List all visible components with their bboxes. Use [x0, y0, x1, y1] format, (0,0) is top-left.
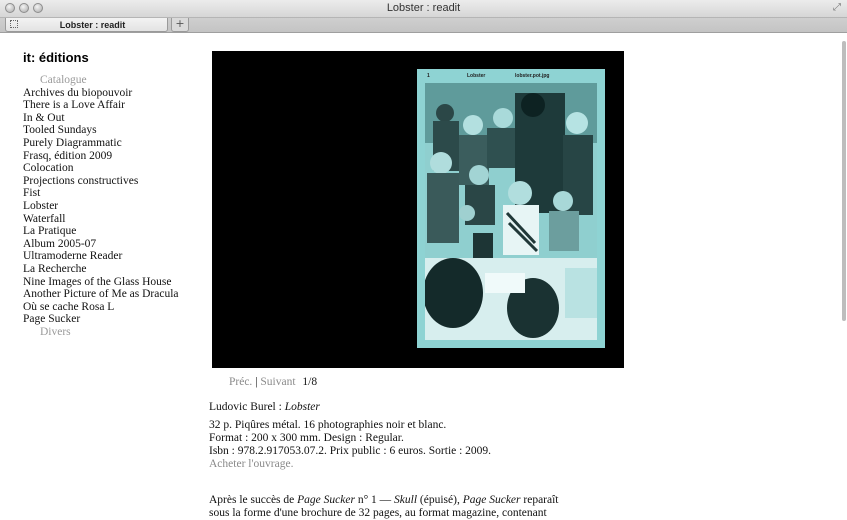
desc-text-4: reparaît [520, 494, 559, 506]
catalogue-nav: Catalogue Archives du biopouvoir There is… [23, 74, 179, 338]
description-line1: Après le succès de Page Sucker n° 1 — Sk… [209, 494, 629, 507]
book-cover-image: 1 Lobster lobster.pot.jpg [417, 69, 605, 348]
fullscreen-icon[interactable]: ⤢ [833, 2, 841, 13]
cover-header-title: Lobster [467, 73, 486, 79]
desc-em-2: Skull [394, 494, 418, 506]
cover-header: 1 Lobster lobster.pot.jpg [423, 72, 599, 81]
page-content: it: éditions Catalogue Archives du biopo… [0, 33, 847, 520]
book-title: Lobster [284, 401, 320, 413]
book-author: Ludovic Burel [209, 401, 276, 413]
nav-item[interactable]: Archives du biopouvoir [23, 87, 179, 100]
nav-item[interactable]: Frasq, édition 2009 [23, 150, 179, 163]
window-title: Lobster : readit [386, 2, 461, 14]
book-author-separator: : [275, 401, 285, 413]
nav-item[interactable]: Où se cache Rosa L [23, 301, 179, 314]
nav-item[interactable]: Purely Diagrammatic [23, 137, 179, 150]
buy-link[interactable]: Acheter l'ouvrage. [209, 458, 491, 471]
tab-bar: Lobster : readit + [0, 18, 847, 33]
vertical-scrollbar[interactable] [841, 33, 847, 517]
tab-title: Lobster : readit [59, 20, 126, 30]
nav-item[interactable]: Album 2005-07 [23, 238, 179, 251]
description-line2: sous la forme d'une brochure de 32 pages… [209, 507, 547, 519]
pager-position: 1/8 [302, 376, 318, 388]
nav-catalogue[interactable]: Catalogue [23, 74, 179, 87]
nav-item[interactable]: Ultramoderne Reader [23, 250, 179, 263]
book-info: Ludovic Burel : Lobster 32 p. Piqûres mé… [209, 401, 491, 471]
cover-header-file: lobster.pot.jpg [515, 73, 550, 79]
nav-item[interactable]: Tooled Sundays [23, 124, 179, 137]
window-titlebar: Lobster : readit ⤢ [0, 0, 847, 18]
prev-link[interactable]: Préc. [229, 376, 252, 388]
nav-item[interactable]: Fist [23, 187, 179, 200]
nav-item[interactable]: Nine Images of the Glass House [23, 276, 179, 289]
page-icon [10, 20, 18, 28]
desc-text-3: (épuisé), [417, 494, 463, 506]
book-specs-line2: Format : 200 x 300 mm. Design : Regular. [209, 432, 404, 444]
site-brand[interactable]: it: éditions [23, 50, 89, 65]
nav-item[interactable]: In & Out [23, 112, 179, 125]
scrollbar-thumb[interactable] [842, 41, 846, 321]
cover-page-number: 1 [427, 73, 430, 79]
nav-divers[interactable]: Divers [23, 326, 179, 339]
desc-text-2: n° 1 — [354, 494, 395, 506]
nav-item[interactable]: Projections constructives [23, 175, 179, 188]
nav-item[interactable]: La Pratique [23, 225, 179, 238]
desc-em-1: Page Sucker [297, 494, 355, 506]
nav-item[interactable]: Waterfall [23, 213, 179, 226]
tab-active[interactable]: Lobster : readit [5, 18, 168, 32]
nav-item[interactable]: There is a Love Affair [23, 99, 179, 112]
cover-photograph [425, 83, 597, 340]
pager-separator: | [255, 376, 258, 388]
nav-item[interactable]: Another Picture of Me as Dracula [23, 288, 179, 301]
nav-item[interactable]: Lobster [23, 200, 179, 213]
nav-item[interactable]: Colocation [23, 162, 179, 175]
book-heading: Ludovic Burel : Lobster [209, 401, 491, 414]
desc-text-1: Après le succès de [209, 494, 298, 506]
next-link[interactable]: Suivant [260, 376, 295, 388]
book-specs-line1: 32 p. Piqûres métal. 16 photographies no… [209, 419, 447, 431]
image-pager: Préc. | Suivant 1/8 [229, 376, 317, 388]
new-tab-button[interactable]: + [171, 18, 189, 32]
desc-em-3: Page Sucker [462, 494, 521, 506]
nav-item[interactable]: Page Sucker [23, 313, 179, 326]
book-description: Après le succès de Page Sucker n° 1 — Sk… [209, 494, 629, 520]
nav-item[interactable]: La Recherche [23, 263, 179, 276]
image-viewer: 1 Lobster lobster.pot.jpg [212, 51, 624, 368]
book-specs-line3: Isbn : 978.2.917053.07.2. Prix public : … [209, 445, 492, 457]
